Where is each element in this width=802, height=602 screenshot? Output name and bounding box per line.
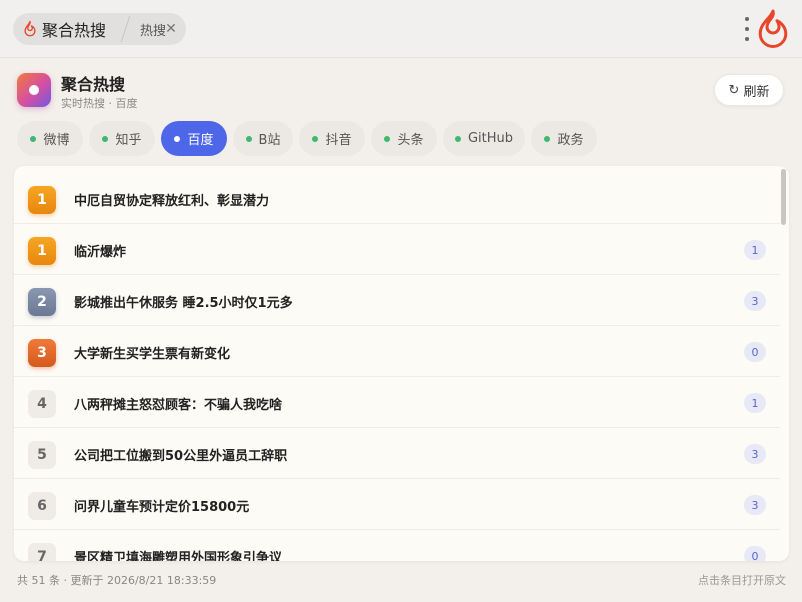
list-item[interactable]: 6 问界儿童车预计定价15800元 3 [14,479,780,530]
tab-label: 知乎 [115,133,142,148]
item-title: 八两秤摊主怒怼顾客：不骗人我吃啥 [74,398,283,413]
heat-badge: 0 [744,342,766,362]
heat-badge: 3 [744,444,766,464]
item-title: 大学新生买学生票有新变化 [74,347,231,362]
status-dot-icon [174,135,181,142]
tab-weibo[interactable]: 微博 [17,121,83,156]
tab-github[interactable]: GitHub [443,121,525,156]
hint-text: 点击条目打开原文 [698,574,786,587]
item-title: 问界儿童车预计定价15800元 [74,500,250,515]
flame-logo-icon [758,9,788,48]
tab-bilibili[interactable]: B站 [233,121,293,156]
tab-government[interactable]: 政务 [531,121,597,156]
tab-baidu[interactable]: 百度 [161,121,227,156]
list-item[interactable]: 7 景区精卫填海雕塑用外国形象引争议 0 [14,530,780,561]
app-logo [17,73,51,107]
rank-badge: 3 [28,339,56,367]
item-title: 景区精卫填海雕塑用外国形象引争议 [74,551,283,561]
status-dot-icon [245,135,252,142]
heat-badge: 3 [744,291,766,311]
app-tab-label: 聚合热搜 [42,21,107,40]
list-item[interactable]: 1 临沂爆炸 1 [14,224,780,275]
status-dot-icon [544,135,551,142]
title-bar: 聚合热搜 热搜 ✕ [0,0,802,58]
refresh-label: 刷新 [743,84,770,100]
status-dot-icon [30,135,37,142]
list-scrollbar[interactable] [781,169,786,225]
flame-icon [24,20,36,37]
rank-badge: 5 [28,441,56,469]
hot-search-tab-label: 热搜 [140,23,167,39]
tab-label: B站 [258,133,281,148]
hot-list: 1 中厄自贸协定释放红利、彰显潜力 1 临沂爆炸 1 2 影城推出午休服务 睡2… [14,166,789,561]
list-item[interactable]: 1 中厄自贸协定释放红利、彰显潜力 [14,173,780,224]
tab-toutiao[interactable]: 头条 [371,121,437,156]
list-item[interactable]: 4 八两秤摊主怒怼顾客：不骗人我吃啥 1 [14,377,780,428]
status-dot-icon [454,135,461,142]
tab-label: 头条 [397,133,424,148]
tab-label: 百度 [187,133,214,148]
tab-label: GitHub [467,131,514,146]
window-tab-group: 聚合热搜 热搜 ✕ [13,13,186,45]
item-title: 中厄自贸协定释放红利、彰显潜力 [74,194,270,209]
status-dot-icon [102,135,109,142]
close-icon[interactable]: ✕ [164,22,178,36]
refresh-icon: ↻ [728,82,740,98]
rank-badge: 1 [28,237,56,265]
list-item[interactable]: 5 公司把工位搬到50公里外逼员工辞职 3 [14,428,780,479]
rank-badge: 1 [28,186,56,214]
item-title: 临沂爆炸 [74,245,127,260]
list-item[interactable]: 2 影城推出午休服务 睡2.5小时仅1元多 3 [14,275,780,326]
page-subtitle: 实时热搜 · 百度 [61,97,138,110]
hot-search-tab[interactable]: 热搜 [140,13,186,45]
tab-douyin[interactable]: 抖音 [299,121,365,156]
page-title: 聚合热搜 [61,75,126,94]
app-tab[interactable]: 聚合热搜 [13,13,125,45]
heat-badge: 0 [744,546,766,561]
rank-badge: 6 [28,492,56,520]
more-options-icon[interactable] [740,14,754,44]
item-title: 影城推出午休服务 睡2.5小时仅1元多 [74,296,293,311]
rank-badge: 7 [28,543,56,561]
tab-label: 政务 [557,133,584,148]
rank-badge: 2 [28,288,56,316]
tab-label: 抖音 [325,133,352,148]
heat-badge: 1 [744,240,766,260]
rank-badge: 4 [28,390,56,418]
status-dot-icon [384,135,391,142]
heat-badge: 3 [744,495,766,515]
tab-label: 微博 [43,133,70,148]
heat-badge: 1 [744,393,766,413]
refresh-button[interactable]: ↻ 刷新 [714,74,784,106]
item-title: 公司把工位搬到50公里外逼员工辞职 [74,449,288,464]
status-text: 共 51 条 · 更新于 2026/8/21 18:33:59 [17,574,217,587]
list-item[interactable]: 3 大学新生买学生票有新变化 0 [14,326,780,377]
status-dot-icon [312,135,319,142]
tab-zhihu[interactable]: 知乎 [89,121,155,156]
